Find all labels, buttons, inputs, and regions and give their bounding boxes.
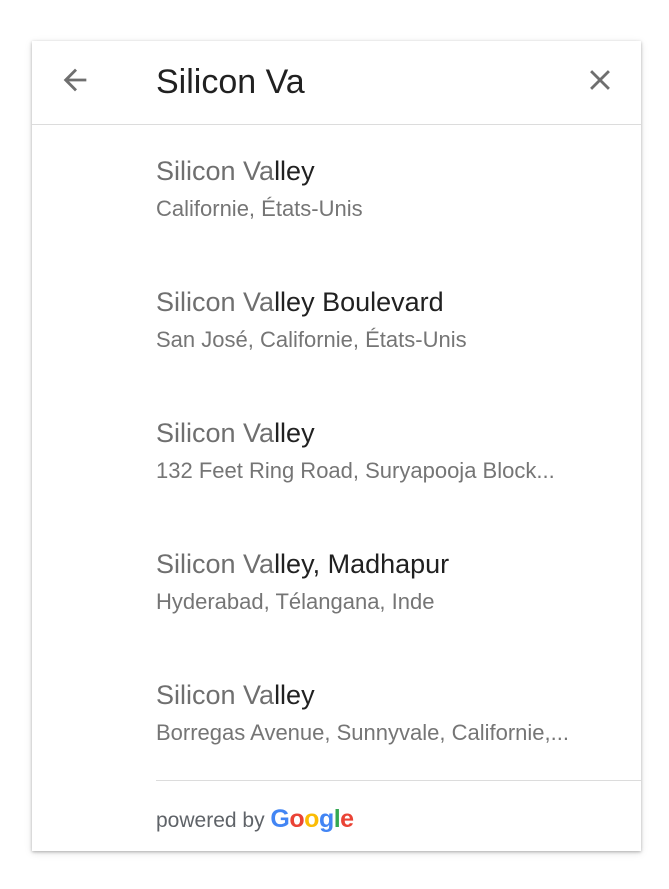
close-icon (583, 63, 617, 102)
google-logo-letter: G (270, 805, 290, 833)
result-title: Silicon Valley (156, 678, 626, 712)
results-list: Silicon Valley Californie, États-Unis Si… (32, 125, 641, 780)
result-title: Silicon Valley (156, 416, 626, 450)
result-subtitle: Hyderabad, Télangana, Inde (156, 589, 435, 614)
google-logo-letter: o (289, 805, 305, 833)
attribution-footer: powered by Google (156, 780, 641, 851)
list-item[interactable]: Silicon Valley Boulevard San José, Calif… (32, 256, 641, 387)
result-title-rest: lley (274, 680, 315, 710)
list-item[interactable]: Silicon Valley Borregas Avenue, Sunnyval… (32, 649, 641, 780)
search-header (32, 41, 641, 125)
result-title: Silicon Valley Boulevard (156, 285, 626, 319)
result-subtitle: Borregas Avenue, Sunnyvale, Californie,.… (156, 720, 569, 745)
list-item[interactable]: Silicon Valley Californie, États-Unis (32, 125, 641, 256)
result-subtitle: Californie, États-Unis (156, 196, 363, 221)
result-subtitle: San José, Californie, États-Unis (156, 327, 467, 352)
google-logo-letter: o (304, 805, 319, 833)
result-title-match: Silicon Va (156, 287, 275, 317)
powered-by-label: powered by (156, 809, 265, 832)
google-logo: Google (270, 805, 354, 833)
clear-button[interactable] (579, 61, 621, 103)
result-title-rest: lley Boulevard (274, 287, 444, 317)
result-title-rest: lley, Madhapur (274, 549, 450, 579)
list-item[interactable]: Silicon Valley, Madhapur Hyderabad, Téla… (32, 518, 641, 649)
back-button[interactable] (54, 61, 96, 103)
result-title-rest: lley (274, 418, 315, 448)
google-logo-letter: g (318, 805, 334, 833)
result-title-match: Silicon Va (156, 680, 275, 710)
search-input[interactable] (156, 58, 556, 106)
result-title-match: Silicon Va (156, 418, 275, 448)
result-title: Silicon Valley, Madhapur (156, 547, 626, 581)
list-item[interactable]: Silicon Valley 132 Feet Ring Road, Surya… (32, 387, 641, 518)
result-title-match: Silicon Va (156, 549, 275, 579)
arrow-left-icon (58, 63, 92, 102)
result-title-match: Silicon Va (156, 156, 275, 186)
result-title: Silicon Valley (156, 154, 626, 188)
place-autocomplete-dialog: Silicon Valley Californie, États-Unis Si… (32, 41, 641, 851)
result-subtitle: 132 Feet Ring Road, Suryapooja Block... (156, 458, 555, 483)
result-title-rest: lley (274, 156, 315, 186)
google-logo-letter: e (340, 805, 354, 833)
powered-by-google: powered by Google (156, 805, 354, 835)
